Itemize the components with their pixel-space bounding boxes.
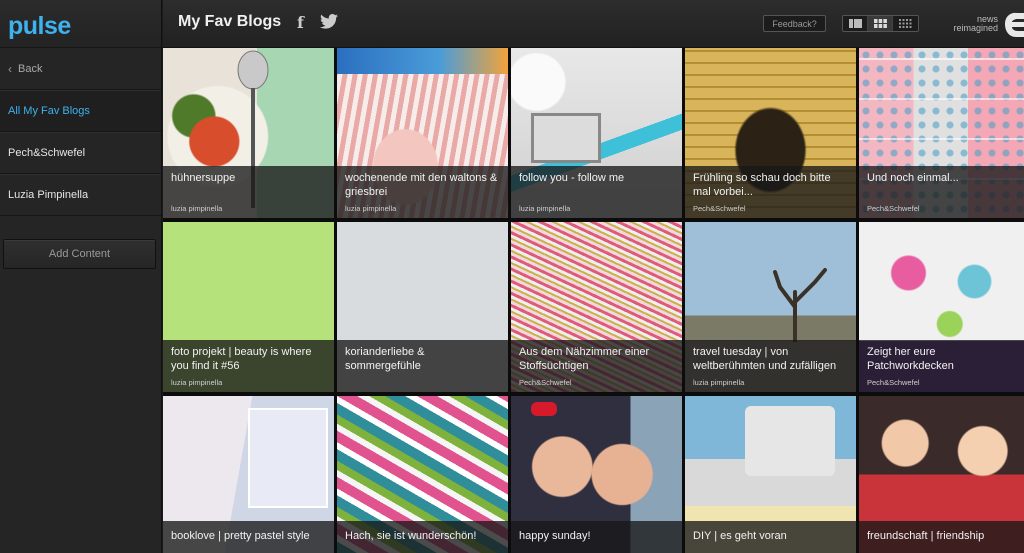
story-tile[interactable]: foto projekt | beauty is where you find … [163,222,334,392]
pulse-app: pulse ‹ Back All My Fav Blogs Pech&Schwe… [0,0,1024,553]
story-tile[interactable]: wochenende mit den waltons & griesbrei l… [337,48,508,218]
story-title: booklove | pretty pastel style [171,530,310,542]
brand-tagline: news reimagined [953,14,998,33]
story-caption: hühnersuppe luzia pimpinella [163,166,334,218]
story-caption: travel tuesday | von weltberühmten und z… [685,340,856,392]
sidebar-item-luzia-pimpinella[interactable]: Luzia Pimpinella [0,174,161,216]
story-title: wochenende mit den waltons & griesbrei [345,172,498,198]
view-mode-toggle [842,15,919,32]
story-tile[interactable]: korianderliebe & sommergefühle [337,222,508,392]
story-title: follow you - follow me [519,172,625,184]
story-caption: Zeigt her eure Patchworkdecken Pech&Schw… [859,340,1024,392]
sidebar-item-pech-schwefel[interactable]: Pech&Schwefel [0,132,161,174]
story-tile[interactable]: travel tuesday | von weltberühmten und z… [685,222,856,392]
pulse-news-e-icon [1005,12,1024,37]
feedback-button[interactable]: Feedback? [763,15,826,32]
story-title: Und noch einmal... [867,172,959,184]
story-source: luzia pimpinella [519,204,571,213]
story-caption: korianderliebe & sommergefühle [337,340,508,392]
story-source: Pech&Schwefel [693,204,746,213]
story-source: Pech&Schwefel [867,204,920,213]
story-caption: Aus dem Nähzimmer einer Stoffsüchtigen P… [511,340,682,392]
sidebar-item-all-my-fav-blogs[interactable]: All My Fav Blogs [0,90,161,132]
story-source: Pech&Schwefel [519,378,572,387]
story-source: Pech&Schwefel [867,378,920,387]
story-caption: Frühling so schau doch bitte mal vorbei.… [685,166,856,218]
story-source: luzia pimpinella [171,204,223,213]
story-title: DIY | es geht voran [693,530,787,542]
add-content-button[interactable]: Add Content [3,239,156,269]
story-source: luzia pimpinella [171,378,223,387]
sidebar: pulse ‹ Back All My Fav Blogs Pech&Schwe… [0,0,162,553]
sidebar-item-label: All My Fav Blogs [8,105,90,117]
header: My Fav Blogs f Feedback? news reimagined [163,0,1024,48]
back-label: Back [18,62,43,75]
story-tile[interactable]: booklove | pretty pastel style [163,396,334,553]
grid-view-icon[interactable] [868,16,893,31]
story-tile[interactable]: freundschaft | friendship [859,396,1024,553]
sidebar-item-label: Luzia Pimpinella [8,189,89,201]
story-caption: foto projekt | beauty is where you find … [163,340,334,392]
list-view-icon[interactable] [843,16,868,31]
story-title: foto projekt | beauty is where you find … [171,346,312,372]
sidebar-item-label: Pech&Schwefel [8,147,86,159]
story-title: Hach, sie ist wunderschön! [345,530,477,542]
story-tile[interactable]: Aus dem Nähzimmer einer Stoffsüchtigen P… [511,222,682,392]
story-caption: booklove | pretty pastel style [163,521,334,553]
story-title: travel tuesday | von weltberühmten und z… [693,346,837,372]
story-title: hühnersuppe [171,172,236,184]
facebook-icon[interactable]: f [297,13,304,32]
story-title: korianderliebe & sommergefühle [345,346,425,372]
story-source: luzia pimpinella [693,378,745,387]
story-caption: wochenende mit den waltons & griesbrei l… [337,166,508,218]
story-source: luzia pimpinella [345,204,397,213]
story-tile[interactable]: Frühling so schau doch bitte mal vorbei.… [685,48,856,218]
joshua-tree-graphic [773,268,827,342]
page-title: My Fav Blogs [178,13,282,30]
chevron-left-icon: ‹ [8,61,12,76]
story-tile[interactable]: hühnersuppe luzia pimpinella [163,48,334,218]
story-title: Frühling so schau doch bitte mal vorbei.… [693,172,831,198]
story-tile[interactable]: Zeigt her eure Patchworkdecken Pech&Schw… [859,222,1024,392]
story-title: happy sunday! [519,530,591,542]
story-caption: follow you - follow me luzia pimpinella [511,166,682,218]
story-caption: DIY | es geht voran [685,521,856,553]
back-button[interactable]: ‹ Back [0,48,161,90]
story-tile[interactable]: Hach, sie ist wunderschön! [337,396,508,553]
pulse-logo[interactable]: pulse [0,0,161,48]
story-caption: freundschaft | friendship [859,521,1024,553]
story-tile[interactable]: Und noch einmal... Pech&Schwefel [859,48,1024,218]
story-grid: hühnersuppe luzia pimpinella wochenende … [163,48,1024,553]
story-tile[interactable]: happy sunday! [511,396,682,553]
story-title: Zeigt her eure Patchworkdecken [867,346,954,372]
twitter-icon[interactable] [320,14,338,29]
story-caption: Hach, sie ist wunderschön! [337,521,508,553]
story-caption: happy sunday! [511,521,682,553]
story-tile[interactable]: follow you - follow me luzia pimpinella [511,48,682,218]
story-caption: Und noch einmal... Pech&Schwefel [859,166,1024,218]
story-title: freundschaft | friendship [867,530,985,542]
story-tile[interactable]: DIY | es geht voran [685,396,856,553]
story-title: Aus dem Nähzimmer einer Stoffsüchtigen [519,346,650,372]
dense-grid-view-icon[interactable] [893,16,918,31]
